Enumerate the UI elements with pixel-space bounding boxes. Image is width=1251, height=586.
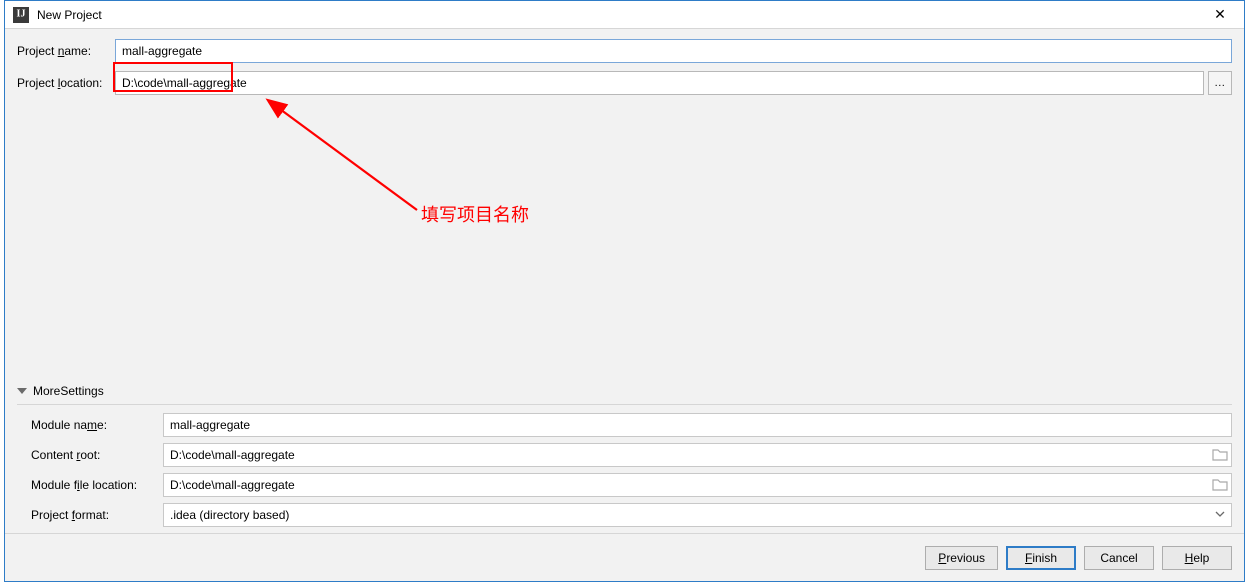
- project-location-row: Project location: ...: [17, 71, 1232, 95]
- project-format-label: Project format:: [31, 508, 163, 522]
- project-name-input[interactable]: [115, 39, 1232, 63]
- new-project-dialog: IJ New Project ✕ Project name: Project l…: [4, 0, 1245, 582]
- module-file-location-input[interactable]: [163, 473, 1232, 497]
- module-name-label: Module name:: [31, 418, 163, 432]
- dialog-footer: Previous Finish Cancel Help: [5, 533, 1244, 581]
- chevron-down-icon: [1215, 510, 1225, 518]
- module-file-location-label: Module file location:: [31, 478, 163, 492]
- project-format-select[interactable]: .idea (directory based): [163, 503, 1232, 527]
- divider: [17, 404, 1232, 405]
- dialog-content: Project name: Project location: ...: [5, 29, 1244, 533]
- window-title: New Project: [37, 8, 102, 22]
- more-settings-section: More Settings Module name: Content root:: [17, 380, 1232, 533]
- close-button[interactable]: ✕: [1200, 1, 1240, 29]
- browse-location-button[interactable]: ...: [1208, 71, 1232, 95]
- browse-module-file-location-icon[interactable]: [1212, 477, 1228, 491]
- module-name-input[interactable]: [163, 413, 1232, 437]
- intellij-icon: IJ: [13, 7, 29, 23]
- project-format-row: Project format: .idea (directory based): [31, 503, 1232, 527]
- content-root-label: Content root:: [31, 448, 163, 462]
- module-file-location-row: Module file location:: [31, 473, 1232, 497]
- more-settings-toggle[interactable]: More Settings: [17, 380, 1232, 402]
- browse-content-root-icon[interactable]: [1212, 447, 1228, 461]
- module-name-row: Module name:: [31, 413, 1232, 437]
- help-button[interactable]: Help: [1162, 546, 1232, 570]
- project-name-row: Project name:: [17, 39, 1232, 63]
- project-location-label: Project location:: [17, 76, 115, 90]
- project-location-input[interactable]: [115, 71, 1204, 95]
- project-name-label: Project name:: [17, 44, 115, 58]
- finish-button[interactable]: Finish: [1006, 546, 1076, 570]
- content-root-input[interactable]: [163, 443, 1232, 467]
- annotation-label: 填写项目名称: [421, 201, 529, 227]
- content-root-row: Content root:: [31, 443, 1232, 467]
- cancel-button[interactable]: Cancel: [1084, 546, 1154, 570]
- chevron-down-icon: [17, 388, 27, 394]
- previous-button[interactable]: Previous: [925, 546, 998, 570]
- title-bar: IJ New Project ✕: [5, 1, 1244, 29]
